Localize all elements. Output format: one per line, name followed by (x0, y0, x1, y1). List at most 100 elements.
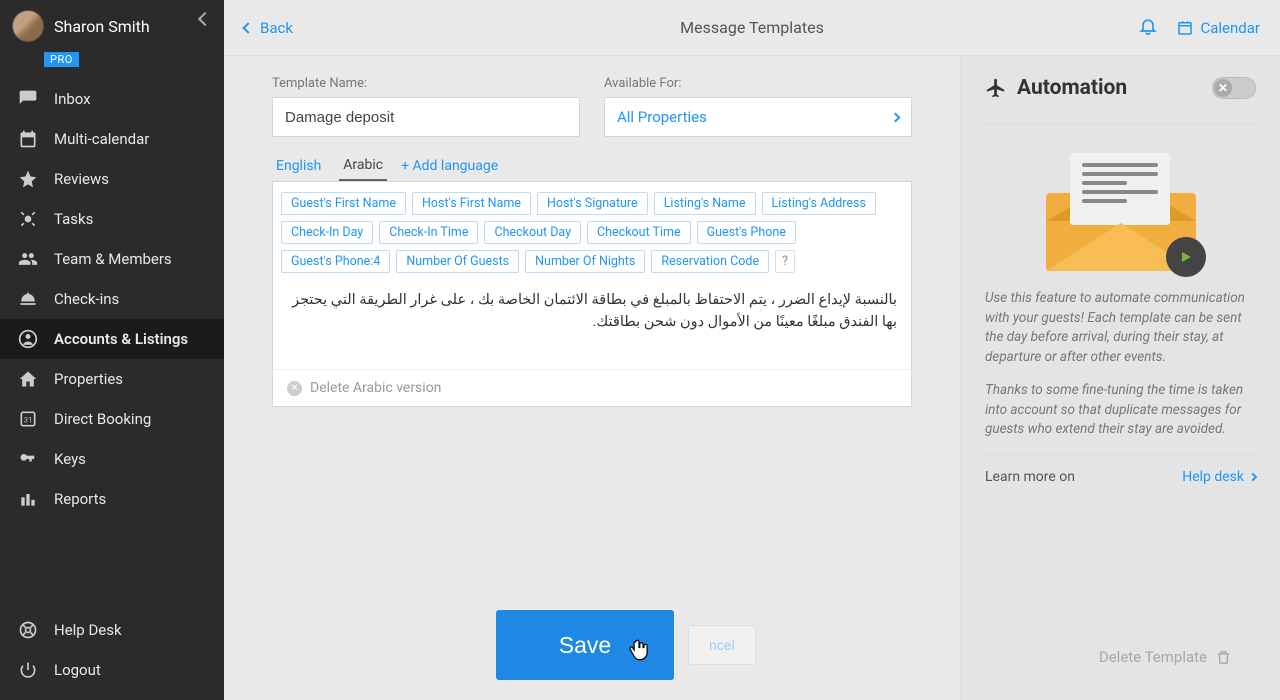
gear-play-icon (1166, 237, 1206, 277)
nav-properties[interactable]: Properties (0, 359, 224, 399)
chevron-left-icon (242, 22, 253, 33)
content: Template Name: Available For: All Proper… (224, 56, 960, 700)
main: Back Message Templates Calendar Template… (224, 0, 1280, 700)
sidebar: Sharon Smith PRO Inbox Multi-calendar Re… (0, 0, 224, 700)
nav-multi-calendar[interactable]: Multi-calendar (0, 119, 224, 159)
collapse-icon[interactable] (198, 12, 212, 26)
automation-description-2: Thanks to some fine-tuning the time is t… (985, 381, 1256, 440)
calendar-link[interactable]: Calendar (1176, 19, 1260, 37)
calendar-icon (18, 129, 38, 149)
nav-label: Tasks (54, 210, 93, 228)
inbox-icon (18, 89, 38, 109)
close-icon: ✕ (287, 381, 302, 396)
token-help-icon[interactable]: ? (775, 250, 795, 273)
nav-label: Direct Booking (54, 410, 151, 428)
back-button[interactable]: Back (244, 19, 293, 37)
nav-team[interactable]: Team & Members (0, 239, 224, 279)
nav-label: Keys (54, 450, 86, 468)
home-icon (18, 369, 38, 389)
nav-label: Team & Members (54, 250, 172, 268)
template-editor: Guest's First Name Host's First Name Host'… (272, 181, 912, 407)
automation-panel: Automation ✕ Use this feature to automat… (960, 56, 1280, 700)
power-icon (18, 660, 38, 680)
nav-logout[interactable]: Logout (0, 650, 224, 690)
helpdesk-link[interactable]: Help desk (1182, 469, 1256, 485)
page-title: Message Templates (680, 18, 824, 37)
delete-template-button[interactable]: Delete Template (1099, 648, 1232, 666)
footer-actions: Save ncel (496, 610, 756, 680)
add-language-button[interactable]: + Add language (401, 158, 498, 174)
insert-token[interactable]: Guest's First Name (281, 192, 406, 215)
insert-token[interactable]: Check-In Day (281, 221, 373, 244)
language-tabs: English Arabic + Add language (272, 151, 912, 181)
available-for-dropdown[interactable]: All Properties (604, 97, 912, 137)
tab-arabic[interactable]: Arabic (339, 151, 387, 181)
svg-text:31: 31 (24, 415, 32, 424)
insert-token[interactable]: Number Of Nights (525, 250, 645, 273)
help-icon (18, 620, 38, 640)
account-icon (18, 329, 38, 349)
cancel-button[interactable]: ncel (688, 625, 756, 665)
token-bar: Guest's First Name Host's First Name Host'… (273, 182, 911, 279)
insert-token[interactable]: Guest's Phone (697, 221, 796, 244)
nav-reports[interactable]: Reports (0, 479, 224, 519)
key-icon (18, 449, 38, 469)
nav-direct-booking[interactable]: 31 Direct Booking (0, 399, 224, 439)
chevron-right-icon (1249, 473, 1257, 481)
delete-language-version[interactable]: ✕ Delete Arabic version (273, 369, 911, 406)
insert-token[interactable]: Host's First Name (412, 192, 531, 215)
user-box[interactable]: Sharon Smith (0, 0, 224, 48)
nav-label: Help Desk (54, 621, 122, 639)
insert-token[interactable]: Number Of Guests (396, 250, 519, 273)
tab-english[interactable]: English (272, 152, 325, 180)
chevron-right-icon (891, 112, 901, 122)
nav-checkins[interactable]: Check-ins (0, 279, 224, 319)
nav-label: Multi-calendar (54, 130, 149, 148)
insert-token[interactable]: Host's Signature (537, 192, 648, 215)
nav-label: Accounts & Listings (54, 330, 188, 348)
reports-icon (18, 489, 38, 509)
nav-label: Properties (54, 370, 123, 388)
tasks-icon (18, 209, 38, 229)
star-icon (18, 169, 38, 189)
automation-toggle[interactable]: ✕ (1212, 77, 1256, 99)
trash-icon (1215, 649, 1232, 666)
nav-reviews[interactable]: Reviews (0, 159, 224, 199)
insert-token[interactable]: Listing's Name (654, 192, 756, 215)
nav-label: Reviews (54, 170, 109, 188)
available-for-label: Available For: (604, 76, 912, 91)
nav-inbox[interactable]: Inbox (0, 79, 224, 119)
automation-description-1: Use this feature to automate communicati… (985, 289, 1256, 367)
save-button[interactable]: Save (496, 610, 674, 680)
insert-token[interactable]: Checkout Time (587, 221, 691, 244)
insert-token[interactable]: Guest's Phone:4 (281, 250, 390, 273)
topbar: Back Message Templates Calendar (224, 0, 1280, 56)
calendar-label: Calendar (1200, 19, 1260, 37)
nav-accounts-listings[interactable]: Accounts & Listings (0, 319, 224, 359)
booking-icon: 31 (18, 409, 38, 429)
nav-label: Inbox (54, 90, 91, 108)
insert-token[interactable]: Checkout Day (484, 221, 581, 244)
plane-icon (985, 77, 1007, 99)
bell-service-icon (18, 289, 38, 309)
available-for-value: All Properties (617, 108, 707, 126)
nav-helpdesk[interactable]: Help Desk (0, 610, 224, 650)
user-name: Sharon Smith (54, 17, 150, 36)
nav-tasks[interactable]: Tasks (0, 199, 224, 239)
insert-token[interactable]: Listing's Address (762, 192, 876, 215)
automation-illustration (1046, 151, 1196, 271)
nav-label: Logout (54, 661, 101, 679)
bottom-nav: Help Desk Logout (0, 610, 224, 690)
nav-label: Check-ins (54, 290, 119, 308)
notifications-icon[interactable] (1138, 16, 1158, 40)
back-label: Back (260, 19, 293, 37)
nav-label: Reports (54, 490, 106, 508)
template-name-label: Template Name: (272, 76, 580, 91)
template-body[interactable]: بالنسبة لإيداع الضرر ، يتم الاحتفاظ بالم… (273, 279, 911, 369)
nav-keys[interactable]: Keys (0, 439, 224, 479)
toggle-knob-off-icon: ✕ (1214, 79, 1232, 97)
insert-token[interactable]: Check-In Time (379, 221, 478, 244)
template-name-input[interactable] (272, 97, 580, 137)
pro-badge: PRO (44, 52, 79, 67)
insert-token[interactable]: Reservation Code (651, 250, 769, 273)
